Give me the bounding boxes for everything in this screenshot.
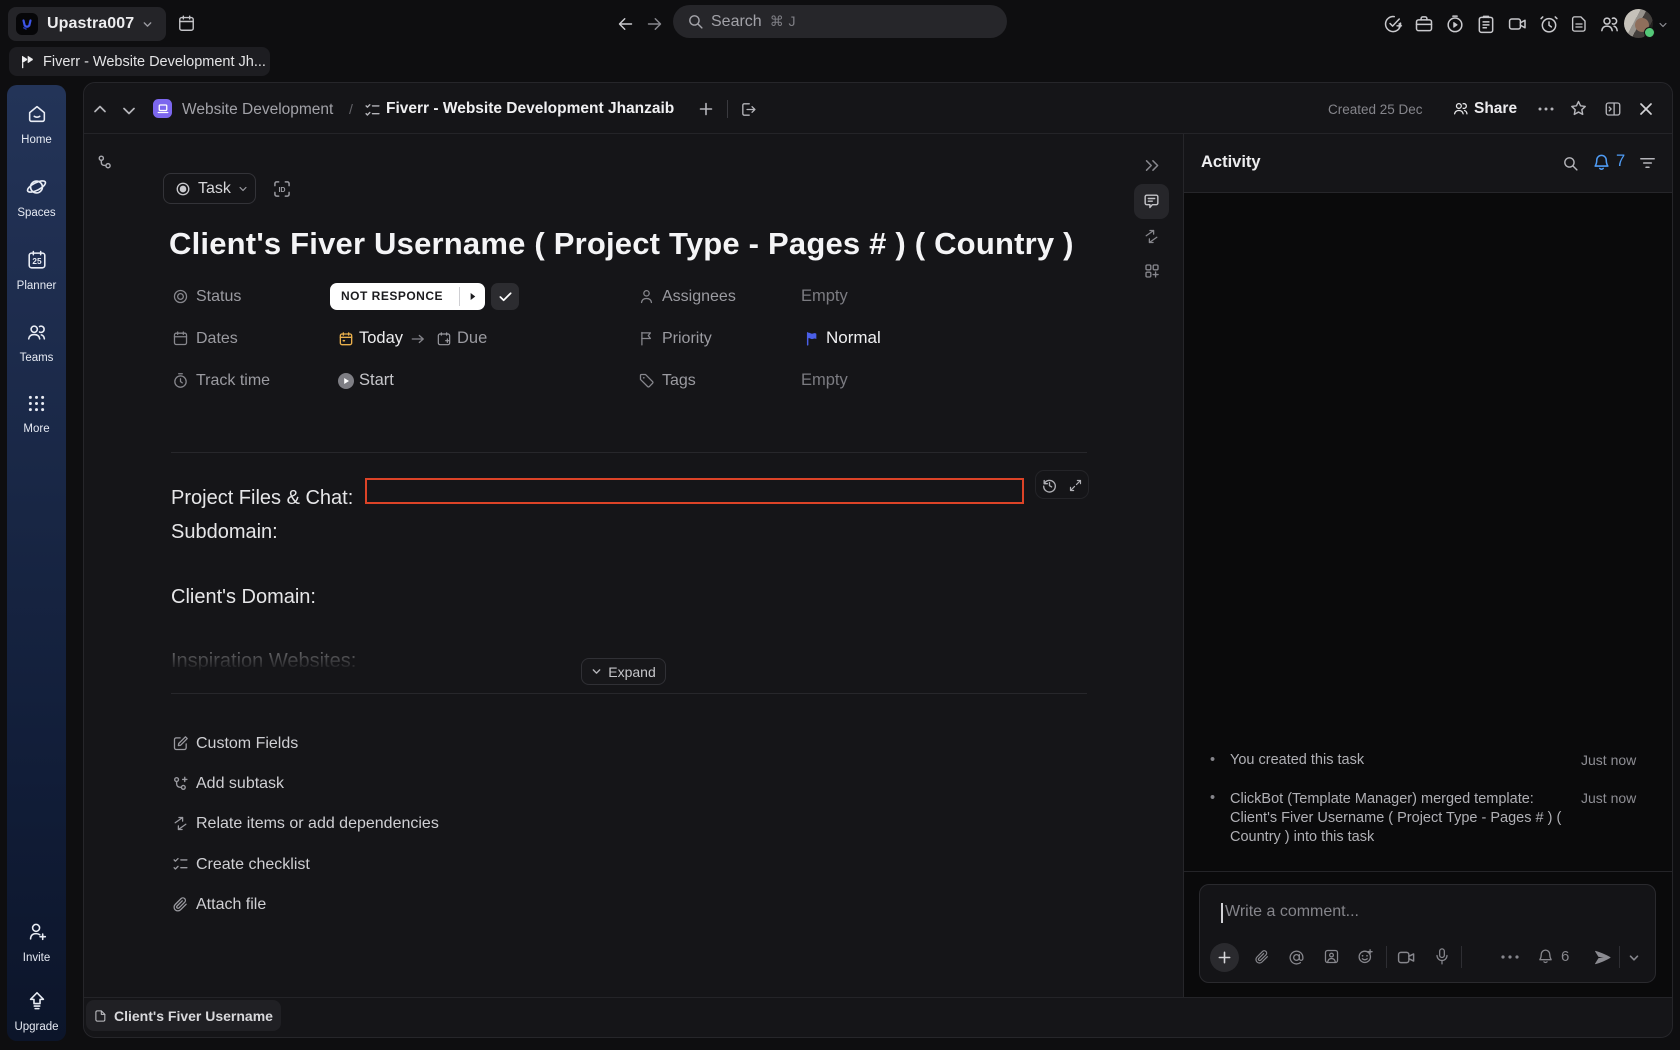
- svg-text:ID: ID: [278, 186, 285, 194]
- svg-text:25: 25: [32, 257, 42, 266]
